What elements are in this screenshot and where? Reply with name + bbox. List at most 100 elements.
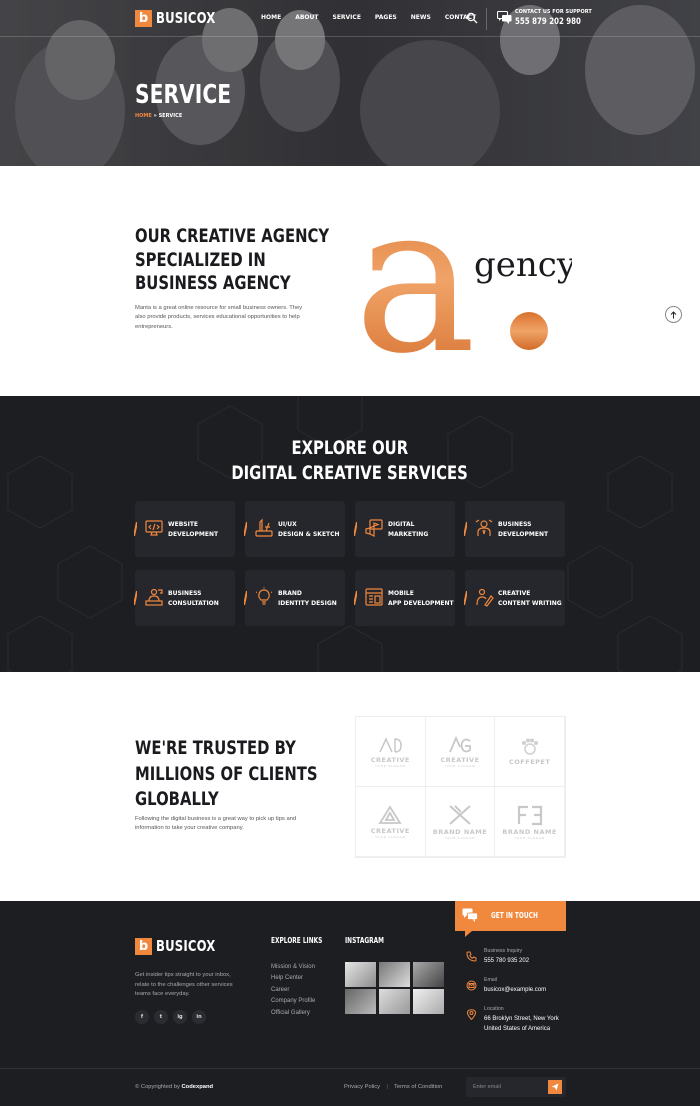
nav-service[interactable]: SERVICE xyxy=(333,14,361,21)
service-card-content-writing[interactable]: CREATIVE CONTENT WRITING xyxy=(464,570,565,626)
get-in-touch-title: GET IN TOUCH xyxy=(491,911,538,920)
page-title: SERVICE xyxy=(135,80,232,110)
footer-brand-logo[interactable]: b BUSICOX xyxy=(135,937,232,955)
nav-about[interactable]: ABOUT xyxy=(295,14,318,21)
location-line-1: 66 Broklyn Street, New York xyxy=(484,1016,559,1022)
chat-icon xyxy=(462,908,478,922)
newsletter-send-button[interactable] xyxy=(548,1080,562,1094)
trust-description: Following the digital business is a grea… xyxy=(135,816,297,832)
service-card-brand-identity[interactable]: BRAND IDENTITY DESIGN xyxy=(244,570,345,626)
paper-plane-icon xyxy=(551,1083,559,1091)
service-card-ui-ux-design[interactable]: UI/UX DESIGN & SKETCH xyxy=(244,501,345,557)
explore-links-heading: EXPLORE LINKS xyxy=(271,936,323,945)
service-card-mobile-app[interactable]: MOBILE APP DEVELOPMENT xyxy=(354,570,455,626)
service-card-business-consultation[interactable]: BUSINESS CONSULTATION xyxy=(134,570,235,626)
footer-link-career[interactable]: Career xyxy=(271,985,315,996)
breadcrumb-home[interactable]: HOME xyxy=(135,113,152,119)
inquiry-phone[interactable]: 555 780 935 202 xyxy=(484,956,529,966)
design-tools-icon xyxy=(255,518,273,537)
code-monitor-icon xyxy=(145,520,163,536)
instagram-thumb[interactable] xyxy=(413,989,444,1014)
client-logo: CREATIVE YOUR SLOGAN xyxy=(425,717,496,787)
services-title: EXPLORE OUR DIGITAL CREATIVE SERVICES xyxy=(231,437,469,484)
service-label: WEBSITE DEVELOPMENT xyxy=(168,521,219,538)
client-logo: CREATIVE YOUR SLOGAN xyxy=(356,787,426,857)
accent-slash xyxy=(134,591,137,605)
linkedin-icon[interactable]: in xyxy=(192,1010,206,1024)
copyright: © Copyrighted by Codexpand xyxy=(135,1084,214,1090)
logo-mark: b xyxy=(135,937,152,955)
client-logo-mark-icon xyxy=(517,805,542,825)
client-logos-grid: CREATIVE YOUR SLOGAN CREATIVE YOUR SLOGAN … xyxy=(355,716,566,858)
service-label: BUSINESS DEVELOPMENT xyxy=(498,521,549,538)
paw-icon xyxy=(521,738,538,755)
client-logo: CREATIVE YOUR SLOGAN xyxy=(356,717,426,787)
privacy-policy-link[interactable]: Privacy Policy xyxy=(344,1084,380,1090)
facebook-icon[interactable]: f xyxy=(135,1010,149,1024)
terms-link[interactable]: Terms of Condition xyxy=(394,1084,442,1090)
client-logo: BRAND NAME YOUR SLOGAN xyxy=(425,787,496,857)
scroll-to-top-button[interactable] xyxy=(665,306,682,323)
copyright-company-link[interactable]: Codexpand xyxy=(182,1084,214,1090)
instagram-thumb[interactable] xyxy=(345,962,376,987)
agency-description: Manta is a great online resource for sma… xyxy=(135,305,303,330)
footer-divider xyxy=(0,1068,700,1069)
agency-typography-art: a gency xyxy=(354,200,572,360)
service-label: UI/UX DESIGN & SKETCH xyxy=(278,521,340,538)
instagram-thumb[interactable] xyxy=(345,989,376,1014)
accent-slash xyxy=(134,522,137,536)
main-nav: HOME ABOUT SERVICE PAGES NEWS CONTACT xyxy=(261,14,490,21)
client-logo-mark-icon xyxy=(378,804,402,824)
instagram-thumb[interactable] xyxy=(379,962,410,987)
client-logo: COFFEPET xyxy=(495,717,565,787)
nav-home[interactable]: HOME xyxy=(261,14,281,21)
support-phone[interactable]: 555 879 202 980 xyxy=(515,17,581,27)
service-card-business-development[interactable]: BUSINESS DEVELOPMENT xyxy=(464,501,565,557)
footer-link-mission[interactable]: Mission & Vision xyxy=(271,962,315,973)
instagram-icon[interactable]: ig xyxy=(173,1010,187,1024)
inquiry-label: Business Inquiry xyxy=(484,948,523,954)
megaphone-icon xyxy=(365,519,383,537)
instagram-thumb[interactable] xyxy=(413,962,444,987)
agency-heading: OUR CREATIVE AGENCY SPECIALIZED IN BUSIN… xyxy=(135,225,330,294)
footer-about-text: Get insider tips straight to your inbox,… xyxy=(135,972,233,997)
footer-link-separator: | xyxy=(387,1084,389,1090)
nav-news[interactable]: NEWS xyxy=(411,14,431,21)
explore-links-list: Mission & Vision Help Center Career Comp… xyxy=(271,962,315,1019)
breadcrumb-current: SERVICE xyxy=(158,113,183,119)
brand-logo[interactable]: b BUSICOX xyxy=(135,9,232,27)
email-address[interactable]: busicox@example.com xyxy=(484,985,546,995)
accent-slash xyxy=(244,522,247,536)
service-card-website-development[interactable]: WEBSITE DEVELOPMENT xyxy=(134,501,235,557)
client-logo-mark-icon xyxy=(449,804,471,825)
phone-icon xyxy=(466,951,477,962)
accent-slash xyxy=(244,591,247,605)
instagram-gallery xyxy=(345,962,445,1014)
logo-text: BUSICOX xyxy=(156,9,216,27)
nav-pages[interactable]: PAGES xyxy=(375,14,397,21)
hero-banner xyxy=(0,0,700,166)
footer-link-gallery[interactable]: Official Gallery xyxy=(271,1008,315,1019)
logo-mark: b xyxy=(135,9,152,27)
location-pin-icon xyxy=(466,1009,477,1020)
client-logo: BRAND NAME YOUR SLOGAN xyxy=(495,787,565,857)
instagram-thumb[interactable] xyxy=(379,989,410,1014)
twitter-icon[interactable]: t xyxy=(154,1010,168,1024)
businessman-icon xyxy=(475,519,493,536)
art-word: gency xyxy=(474,245,572,285)
instagram-heading: INSTAGRAM xyxy=(345,936,385,945)
client-logo-mark-icon xyxy=(449,735,471,752)
service-card-digital-marketing[interactable]: DIGITAL MARKETING xyxy=(354,501,455,557)
chat-support-icon xyxy=(497,11,512,24)
touch-panel-tail xyxy=(465,931,472,937)
mobile-app-icon xyxy=(365,588,383,606)
footer-link-help[interactable]: Help Center xyxy=(271,973,315,984)
location-label: Location xyxy=(484,1006,504,1012)
accent-slash xyxy=(464,591,467,605)
client-logo-mark-icon xyxy=(379,736,403,753)
arrow-up-icon xyxy=(670,310,677,318)
search-icon[interactable] xyxy=(466,12,478,24)
footer-link-profile[interactable]: Company Profile xyxy=(271,996,315,1007)
email-icon xyxy=(466,980,477,991)
breadcrumb: HOME » SERVICE xyxy=(135,113,182,119)
